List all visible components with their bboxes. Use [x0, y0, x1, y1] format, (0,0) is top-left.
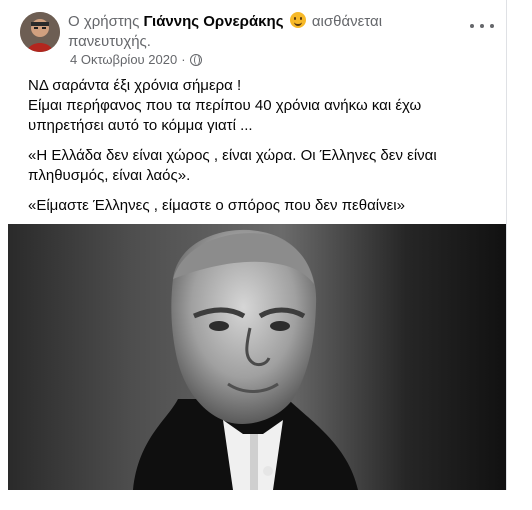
globe-icon[interactable]	[189, 53, 202, 66]
author-avatar[interactable]	[20, 12, 60, 52]
feeling-text: αισθάνεται	[311, 13, 383, 30]
more-horizontal-icon[interactable]	[470, 16, 494, 36]
post-header: Ο χρήστης Γιάννης Ορνεράκης αισθάνεται π…	[68, 12, 458, 52]
happy-face-icon	[289, 12, 306, 28]
header-prefix: Ο χρήστης	[68, 13, 140, 30]
post-paragraph: Είμαι περήφανος που τα περίπου 40 χρόνια…	[28, 97, 422, 134]
scrollbar[interactable]	[509, 0, 532, 490]
post-card: Ο χρήστης Γιάννης Ορνεράκης αισθάνεται π…	[8, 0, 507, 490]
post-photo[interactable]	[8, 224, 506, 490]
post-meta: 4 Οκτωβρίου 2020 ·	[70, 52, 202, 67]
menu-dot	[490, 24, 494, 28]
portrait-image	[8, 224, 506, 490]
meta-separator: ·	[181, 52, 186, 67]
post-date-link[interactable]: 4 Οκτωβρίου 2020	[70, 52, 177, 67]
menu-dot	[480, 24, 484, 28]
post-paragraph: ΝΔ σαράντα έξι χρόνια σήμερα !	[28, 77, 242, 94]
post-text: ΝΔ σαράντα έξι χρόνια σήμερα ! Είμαι περ…	[28, 76, 488, 216]
post-quote: «Η Ελλάδα δεν είναι χώρος , είναι χώρα. …	[28, 147, 437, 184]
avatar-image	[20, 12, 60, 52]
author-name-link[interactable]: Γιάννης Ορνεράκης	[144, 13, 284, 30]
menu-dot	[470, 24, 474, 28]
post-quote: «Είμαστε Έλληνες , είμαστε ο σπόρος που …	[28, 197, 405, 214]
feeling-text-line-2: πανευτυχής.	[68, 33, 151, 50]
